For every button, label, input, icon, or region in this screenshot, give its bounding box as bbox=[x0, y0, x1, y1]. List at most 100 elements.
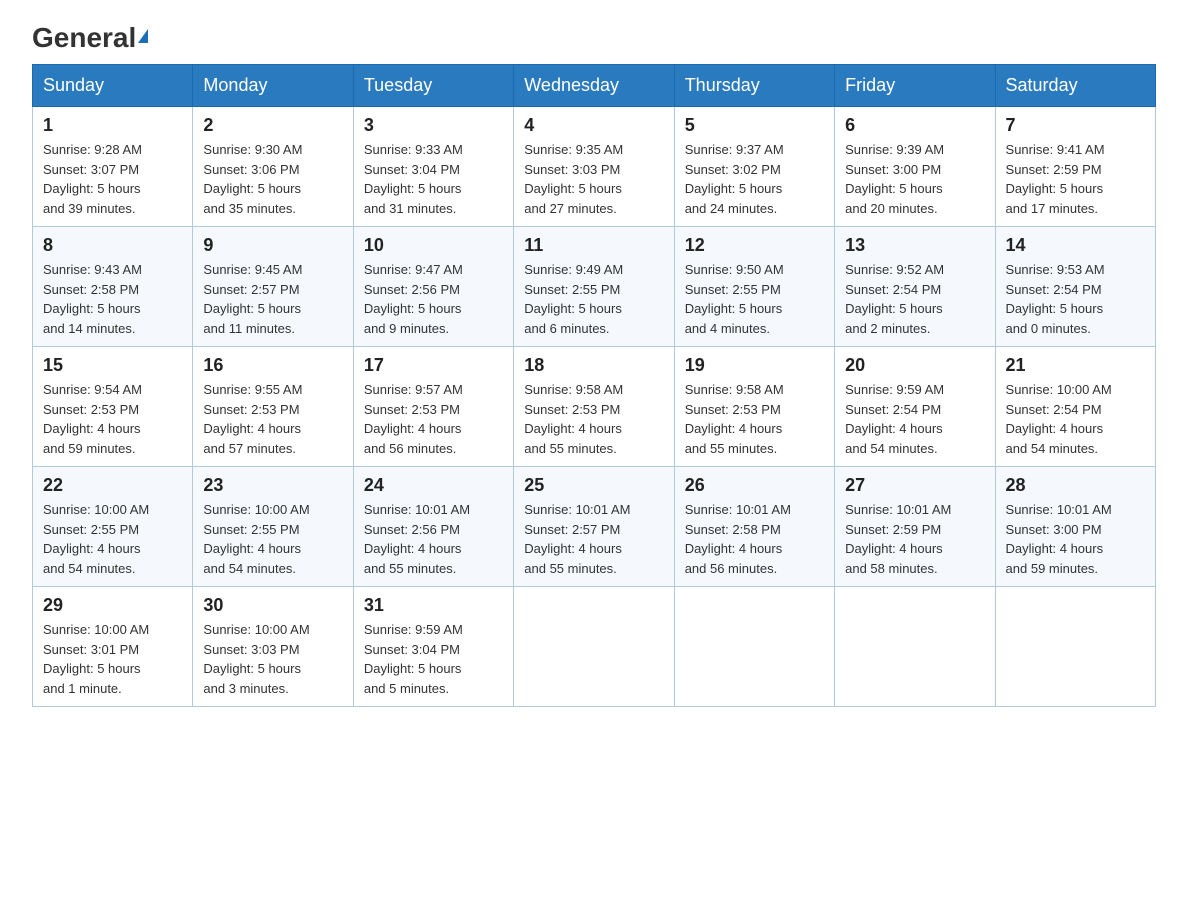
calendar-cell: 18 Sunrise: 9:58 AMSunset: 2:53 PMDayligh… bbox=[514, 347, 674, 467]
calendar-cell: 15 Sunrise: 9:54 AMSunset: 2:53 PMDayligh… bbox=[33, 347, 193, 467]
day-number: 12 bbox=[685, 235, 824, 256]
day-number: 29 bbox=[43, 595, 182, 616]
day-number: 17 bbox=[364, 355, 503, 376]
calendar-cell: 31 Sunrise: 9:59 AMSunset: 3:04 PMDayligh… bbox=[353, 587, 513, 707]
calendar-cell: 5 Sunrise: 9:37 AMSunset: 3:02 PMDaylight… bbox=[674, 107, 834, 227]
week-row-5: 29 Sunrise: 10:00 AMSunset: 3:01 PMDaylig… bbox=[33, 587, 1156, 707]
calendar-cell: 21 Sunrise: 10:00 AMSunset: 2:54 PMDaylig… bbox=[995, 347, 1155, 467]
day-number: 6 bbox=[845, 115, 984, 136]
day-info: Sunrise: 10:01 AMSunset: 2:59 PMDaylight… bbox=[845, 500, 984, 578]
day-info: Sunrise: 9:37 AMSunset: 3:02 PMDaylight:… bbox=[685, 140, 824, 218]
weekday-header-row: SundayMondayTuesdayWednesdayThursdayFrid… bbox=[33, 65, 1156, 107]
day-number: 3 bbox=[364, 115, 503, 136]
day-info: Sunrise: 9:28 AMSunset: 3:07 PMDaylight:… bbox=[43, 140, 182, 218]
day-info: Sunrise: 9:39 AMSunset: 3:00 PMDaylight:… bbox=[845, 140, 984, 218]
day-number: 5 bbox=[685, 115, 824, 136]
day-number: 14 bbox=[1006, 235, 1145, 256]
day-number: 13 bbox=[845, 235, 984, 256]
calendar-cell: 14 Sunrise: 9:53 AMSunset: 2:54 PMDayligh… bbox=[995, 227, 1155, 347]
day-info: Sunrise: 9:35 AMSunset: 3:03 PMDaylight:… bbox=[524, 140, 663, 218]
day-number: 4 bbox=[524, 115, 663, 136]
calendar-cell: 27 Sunrise: 10:01 AMSunset: 2:59 PMDaylig… bbox=[835, 467, 995, 587]
calendar-cell bbox=[514, 587, 674, 707]
day-info: Sunrise: 10:00 AMSunset: 2:54 PMDaylight… bbox=[1006, 380, 1145, 458]
day-info: Sunrise: 10:00 AMSunset: 2:55 PMDaylight… bbox=[43, 500, 182, 578]
day-info: Sunrise: 9:41 AMSunset: 2:59 PMDaylight:… bbox=[1006, 140, 1145, 218]
weekday-header-monday: Monday bbox=[193, 65, 353, 107]
page-header: General bbox=[32, 24, 1156, 52]
calendar-cell: 8Sunrise: 9:43 AMSunset: 2:58 PMDaylight… bbox=[33, 227, 193, 347]
day-number: 2 bbox=[203, 115, 342, 136]
logo-general: General bbox=[32, 22, 136, 53]
calendar-cell: 11 Sunrise: 9:49 AMSunset: 2:55 PMDayligh… bbox=[514, 227, 674, 347]
day-number: 21 bbox=[1006, 355, 1145, 376]
day-number: 19 bbox=[685, 355, 824, 376]
day-number: 18 bbox=[524, 355, 663, 376]
day-info: Sunrise: 10:01 AMSunset: 3:00 PMDaylight… bbox=[1006, 500, 1145, 578]
calendar-cell: 17Sunrise: 9:57 AMSunset: 2:53 PMDayligh… bbox=[353, 347, 513, 467]
day-number: 10 bbox=[364, 235, 503, 256]
calendar-cell: 12 Sunrise: 9:50 AMSunset: 2:55 PMDayligh… bbox=[674, 227, 834, 347]
day-info: Sunrise: 10:01 AMSunset: 2:58 PMDaylight… bbox=[685, 500, 824, 578]
week-row-3: 15 Sunrise: 9:54 AMSunset: 2:53 PMDayligh… bbox=[33, 347, 1156, 467]
calendar-cell: 9Sunrise: 9:45 AMSunset: 2:57 PMDaylight… bbox=[193, 227, 353, 347]
calendar-cell: 28 Sunrise: 10:01 AMSunset: 3:00 PMDaylig… bbox=[995, 467, 1155, 587]
calendar-table: SundayMondayTuesdayWednesdayThursdayFrid… bbox=[32, 64, 1156, 707]
calendar-cell bbox=[674, 587, 834, 707]
day-info: Sunrise: 10:00 AMSunset: 3:01 PMDaylight… bbox=[43, 620, 182, 698]
calendar-cell: 19 Sunrise: 9:58 AMSunset: 2:53 PMDayligh… bbox=[674, 347, 834, 467]
day-number: 1 bbox=[43, 115, 182, 136]
day-info: Sunrise: 9:52 AMSunset: 2:54 PMDaylight:… bbox=[845, 260, 984, 338]
day-number: 23 bbox=[203, 475, 342, 496]
calendar-cell: 29 Sunrise: 10:00 AMSunset: 3:01 PMDaylig… bbox=[33, 587, 193, 707]
weekday-header-thursday: Thursday bbox=[674, 65, 834, 107]
day-number: 20 bbox=[845, 355, 984, 376]
calendar-cell: 25 Sunrise: 10:01 AMSunset: 2:57 PMDaylig… bbox=[514, 467, 674, 587]
calendar-cell: 6 Sunrise: 9:39 AMSunset: 3:00 PMDaylight… bbox=[835, 107, 995, 227]
week-row-4: 22 Sunrise: 10:00 AMSunset: 2:55 PMDaylig… bbox=[33, 467, 1156, 587]
week-row-2: 8Sunrise: 9:43 AMSunset: 2:58 PMDaylight… bbox=[33, 227, 1156, 347]
calendar-cell: 23Sunrise: 10:00 AMSunset: 2:55 PMDaylig… bbox=[193, 467, 353, 587]
calendar-cell: 30 Sunrise: 10:00 AMSunset: 3:03 PMDaylig… bbox=[193, 587, 353, 707]
day-info: Sunrise: 9:49 AMSunset: 2:55 PMDaylight:… bbox=[524, 260, 663, 338]
calendar-cell: 13 Sunrise: 9:52 AMSunset: 2:54 PMDayligh… bbox=[835, 227, 995, 347]
day-info: Sunrise: 9:43 AMSunset: 2:58 PMDaylight:… bbox=[43, 260, 182, 338]
day-number: 15 bbox=[43, 355, 182, 376]
day-info: Sunrise: 9:50 AMSunset: 2:55 PMDaylight:… bbox=[685, 260, 824, 338]
day-info: Sunrise: 9:47 AMSunset: 2:56 PMDaylight:… bbox=[364, 260, 503, 338]
calendar-cell: 22 Sunrise: 10:00 AMSunset: 2:55 PMDaylig… bbox=[33, 467, 193, 587]
day-info: Sunrise: 9:58 AMSunset: 2:53 PMDaylight:… bbox=[524, 380, 663, 458]
weekday-header-tuesday: Tuesday bbox=[353, 65, 513, 107]
day-number: 11 bbox=[524, 235, 663, 256]
weekday-header-wednesday: Wednesday bbox=[514, 65, 674, 107]
day-info: Sunrise: 9:54 AMSunset: 2:53 PMDaylight:… bbox=[43, 380, 182, 458]
weekday-header-saturday: Saturday bbox=[995, 65, 1155, 107]
day-info: Sunrise: 9:59 AMSunset: 3:04 PMDaylight:… bbox=[364, 620, 503, 698]
calendar-cell: 10 Sunrise: 9:47 AMSunset: 2:56 PMDayligh… bbox=[353, 227, 513, 347]
day-info: Sunrise: 10:01 AMSunset: 2:56 PMDaylight… bbox=[364, 500, 503, 578]
day-number: 25 bbox=[524, 475, 663, 496]
calendar-cell: 16 Sunrise: 9:55 AMSunset: 2:53 PMDayligh… bbox=[193, 347, 353, 467]
day-number: 22 bbox=[43, 475, 182, 496]
day-info: Sunrise: 9:45 AMSunset: 2:57 PMDaylight:… bbox=[203, 260, 342, 338]
calendar-cell: 3 Sunrise: 9:33 AMSunset: 3:04 PMDaylight… bbox=[353, 107, 513, 227]
day-number: 16 bbox=[203, 355, 342, 376]
day-info: Sunrise: 9:55 AMSunset: 2:53 PMDaylight:… bbox=[203, 380, 342, 458]
day-info: Sunrise: 9:58 AMSunset: 2:53 PMDaylight:… bbox=[685, 380, 824, 458]
day-number: 28 bbox=[1006, 475, 1145, 496]
calendar-cell: 24 Sunrise: 10:01 AMSunset: 2:56 PMDaylig… bbox=[353, 467, 513, 587]
day-number: 30 bbox=[203, 595, 342, 616]
week-row-1: 1 Sunrise: 9:28 AMSunset: 3:07 PMDaylight… bbox=[33, 107, 1156, 227]
day-number: 24 bbox=[364, 475, 503, 496]
day-info: Sunrise: 9:33 AMSunset: 3:04 PMDaylight:… bbox=[364, 140, 503, 218]
day-number: 27 bbox=[845, 475, 984, 496]
calendar-cell: 1 Sunrise: 9:28 AMSunset: 3:07 PMDaylight… bbox=[33, 107, 193, 227]
calendar-cell: 26Sunrise: 10:01 AMSunset: 2:58 PMDaylig… bbox=[674, 467, 834, 587]
day-info: Sunrise: 10:00 AMSunset: 3:03 PMDaylight… bbox=[203, 620, 342, 698]
day-info: Sunrise: 9:53 AMSunset: 2:54 PMDaylight:… bbox=[1006, 260, 1145, 338]
calendar-cell: 20Sunrise: 9:59 AMSunset: 2:54 PMDayligh… bbox=[835, 347, 995, 467]
logo: General bbox=[32, 24, 148, 52]
day-info: Sunrise: 10:01 AMSunset: 2:57 PMDaylight… bbox=[524, 500, 663, 578]
day-number: 7 bbox=[1006, 115, 1145, 136]
day-number: 31 bbox=[364, 595, 503, 616]
